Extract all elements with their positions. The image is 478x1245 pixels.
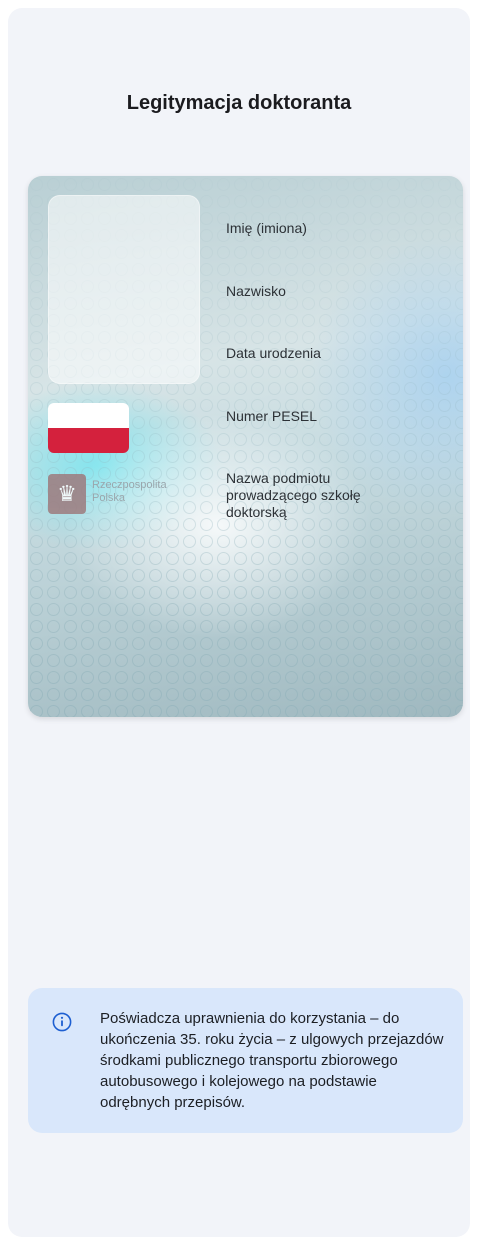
emblem-caption: Rzeczpospolita Polska xyxy=(92,479,167,505)
polish-flag xyxy=(48,403,129,453)
page-title: Legitymacja doktoranta xyxy=(126,92,352,114)
emblem-caption-line2: Polska xyxy=(92,492,126,504)
info-text: Poświadcza uprawnienia do korzystania – … xyxy=(100,1010,444,1111)
photo-placeholder xyxy=(48,195,200,384)
field-surname-label: Nazwisko xyxy=(226,283,286,299)
app-screen: Legitymacja doktoranta ♛ Rzeczpospolita … xyxy=(8,8,470,1237)
info-icon xyxy=(52,1012,72,1032)
field-birth-date-label: Data urodzenia xyxy=(226,345,321,361)
student-id-card: ♛ Rzeczpospolita Polska Imię (imiona) Na… xyxy=(28,176,463,717)
info-box: Poświadcza uprawnienia do korzystania – … xyxy=(28,988,463,1133)
field-pesel-label: Numer PESEL xyxy=(226,408,318,424)
emblem-caption-line1: Rzeczpospolita xyxy=(92,479,167,491)
polish-eagle-icon: ♛ xyxy=(48,474,86,514)
field-institution-label: Nazwa podmiotu prowadzącego szkołę dokto… xyxy=(226,470,361,520)
field-first-name-label: Imię (imiona) xyxy=(226,220,307,236)
